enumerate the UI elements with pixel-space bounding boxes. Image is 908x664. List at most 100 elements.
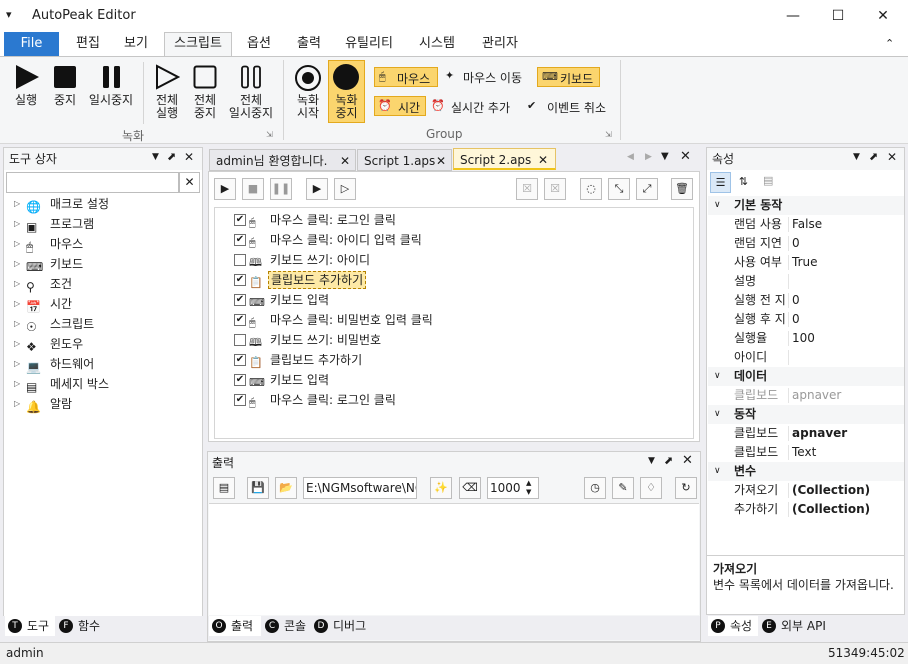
- pin-icon[interactable]: ⬈: [664, 454, 673, 467]
- group-launcher-icon[interactable]: ⇲: [605, 130, 612, 139]
- step-item[interactable]: 🕮 키보드 쓰기: 아이디: [234, 250, 684, 270]
- property-row[interactable]: 실행 전 지 0: [708, 291, 904, 310]
- mouse-toggle[interactable]: 🖱 마우스: [374, 67, 438, 87]
- tree-item-time[interactable]: ▷ 📅 시간: [4, 294, 202, 314]
- property-row[interactable]: 클립보드 apnaver: [708, 386, 904, 405]
- clock-button[interactable]: ◷: [584, 477, 606, 499]
- close-icon[interactable]: ✕: [682, 453, 693, 468]
- step-item[interactable]: ✔ 🖱 마우스 클릭: 아이디 입력 클릭: [234, 230, 684, 250]
- step-checkbox[interactable]: ✔: [234, 354, 246, 366]
- stop-button[interactable]: 중지: [46, 62, 84, 110]
- tree-item-macro-settings[interactable]: ▷ 🌐 매크로 설정: [4, 194, 202, 214]
- stepper-arrows-icon[interactable]: ▲ ▼: [526, 479, 531, 497]
- stop-button[interactable]: ■: [242, 178, 264, 200]
- keyboard-toggle[interactable]: ⌨ 키보드: [537, 67, 600, 87]
- property-row[interactable]: 사용 여부 True: [708, 253, 904, 272]
- step-play-button[interactable]: ▶︎: [306, 178, 328, 200]
- step-item[interactable]: ✔ 📋 클립보드 추가하기: [234, 270, 684, 290]
- collapse-icon[interactable]: ∨: [714, 405, 721, 424]
- brush-button[interactable]: ✎: [612, 477, 634, 499]
- eraser-button[interactable]: ⌫: [459, 477, 481, 499]
- property-value[interactable]: False: [792, 215, 822, 234]
- property-category[interactable]: ∨ 동작: [708, 405, 904, 424]
- pause-button[interactable]: ❚❚: [270, 178, 292, 200]
- property-row[interactable]: 실행 후 지 0: [708, 310, 904, 329]
- property-row[interactable]: 아이디: [708, 348, 904, 367]
- tree-item-alarm[interactable]: ▷ 🔔 알람: [4, 394, 202, 414]
- play-button[interactable]: ▶: [214, 178, 236, 200]
- pin-icon[interactable]: ⬈: [869, 150, 878, 163]
- step-item[interactable]: ✔ 🖱 마우스 클릭: 비밀번호 입력 클릭: [234, 310, 684, 330]
- dropdown-icon[interactable]: ▼: [648, 456, 655, 466]
- interval-stepper[interactable]: 1000 ▲ ▼: [487, 477, 539, 499]
- menu-edit[interactable]: 편집: [66, 32, 110, 56]
- close-editor-icon[interactable]: ✕: [680, 149, 691, 164]
- sort-alpha-icon[interactable]: ⇅: [733, 172, 754, 193]
- tree-item-message-box[interactable]: ▷ ▤ 메세지 박스: [4, 374, 202, 394]
- tree-item-hardware[interactable]: ▷ 💻 하드웨어: [4, 354, 202, 374]
- tab-script1[interactable]: Script 1.aps ✕: [357, 149, 452, 171]
- property-value[interactable]: 100: [792, 329, 815, 348]
- pause-button[interactable]: 일시중지: [86, 62, 136, 110]
- collapse-icon[interactable]: ∨: [714, 462, 721, 481]
- step-checkbox[interactable]: ✔: [234, 374, 246, 386]
- tab-functions[interactable]: F 함수: [56, 616, 106, 636]
- tree-item-mouse[interactable]: ▷ 🖱 마우스: [4, 234, 202, 254]
- maximize-icon[interactable]: ☐: [815, 0, 861, 32]
- clean-button[interactable]: ✨: [430, 477, 452, 499]
- close-icon[interactable]: ✕: [887, 150, 897, 164]
- cancel-event-toggle[interactable]: ✔ 이벤트 취소: [527, 97, 617, 117]
- step-checkbox[interactable]: ✔: [234, 314, 246, 326]
- tree-item-script[interactable]: ▷ ☉ 스크립트: [4, 314, 202, 334]
- output-path-field[interactable]: E:\NGMsoftware\NG: [303, 477, 417, 499]
- menu-script[interactable]: 스크립트: [164, 32, 232, 56]
- property-value[interactable]: 0: [792, 234, 800, 253]
- system-menu-icon[interactable]: ▾: [6, 8, 12, 21]
- property-row[interactable]: 클립보드 apnaver: [708, 424, 904, 443]
- tab-properties[interactable]: P 속성: [708, 616, 758, 636]
- property-value[interactable]: 0: [792, 310, 800, 329]
- property-value[interactable]: apnaver: [792, 386, 841, 405]
- step-item[interactable]: ✔ 🖱 마우스 클릭: 로그인 클릭: [234, 210, 684, 230]
- menu-utility[interactable]: 유틸리티: [340, 32, 398, 56]
- step-checkbox[interactable]: [234, 254, 246, 266]
- collapse-button[interactable]: ⤢: [636, 178, 658, 200]
- property-row[interactable]: 실행율 100: [708, 329, 904, 348]
- record-group-launcher-icon[interactable]: ⇲: [266, 130, 273, 139]
- close-tab-icon[interactable]: ✕: [340, 150, 350, 172]
- step-checkbox[interactable]: ✔: [234, 394, 246, 406]
- record-start-button[interactable]: 녹화 시작: [290, 62, 326, 122]
- run-all-button[interactable]: 전체 실행: [148, 62, 186, 122]
- property-category[interactable]: ∨ 기본 동작: [708, 196, 904, 215]
- dropdown-icon[interactable]: ▼: [152, 152, 159, 162]
- step-checkbox[interactable]: ✔: [234, 234, 246, 246]
- step-item[interactable]: ✔ 🖱 마우스 클릭: 로그인 클릭: [234, 390, 684, 410]
- collapse-ribbon-icon[interactable]: ⌃: [885, 37, 894, 50]
- minimize-icon[interactable]: —: [770, 0, 816, 32]
- close-tab-icon[interactable]: ✕: [538, 149, 548, 171]
- close-tab-icon[interactable]: ✕: [436, 150, 446, 172]
- property-row[interactable]: 추가하기 (Collection): [708, 500, 904, 519]
- refresh-circle-button[interactable]: ◌: [580, 178, 602, 200]
- property-value[interactable]: (Collection): [792, 500, 870, 519]
- step-checkbox[interactable]: [234, 334, 246, 346]
- property-category[interactable]: ∨ 데이터: [708, 367, 904, 386]
- step-item[interactable]: 🕮 키보드 쓰기: 비밀번호: [234, 330, 684, 350]
- menu-file[interactable]: File: [4, 32, 59, 56]
- property-row[interactable]: 설명: [708, 272, 904, 291]
- property-row[interactable]: 랜덤 사용 False: [708, 215, 904, 234]
- property-row[interactable]: 가져오기 (Collection): [708, 481, 904, 500]
- remove-button[interactable]: ☒: [516, 178, 538, 200]
- menu-system[interactable]: 시스템: [412, 32, 462, 56]
- tree-item-condition[interactable]: ▷ ⚲ 조건: [4, 274, 202, 294]
- menu-output[interactable]: 출력: [290, 32, 328, 56]
- save-button[interactable]: 💾: [247, 477, 269, 499]
- tab-console[interactable]: C 콘솔: [262, 616, 310, 636]
- property-value[interactable]: Text: [792, 443, 816, 462]
- property-value[interactable]: (Collection): [792, 481, 870, 500]
- menu-view[interactable]: 보기: [116, 32, 156, 56]
- tab-welcome[interactable]: admin님 환영합니다. ✕: [209, 149, 356, 171]
- tab-debug[interactable]: D 디버그: [311, 616, 371, 636]
- collapse-icon[interactable]: ∨: [714, 196, 721, 215]
- property-row[interactable]: 클립보드 Text: [708, 443, 904, 462]
